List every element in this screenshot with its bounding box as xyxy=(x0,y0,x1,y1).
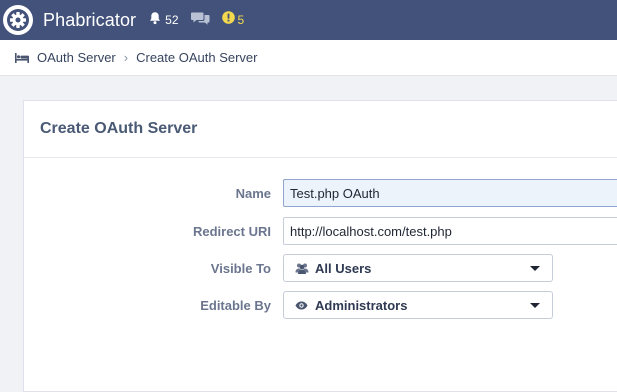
app-title[interactable]: Phabricator xyxy=(43,10,136,31)
bell-icon xyxy=(148,11,162,30)
warnings-button[interactable]: 5 xyxy=(221,11,245,29)
panel-title: Create OAuth Server xyxy=(40,120,198,137)
alert-icon xyxy=(221,11,235,29)
name-field[interactable]: Test.php OAuth xyxy=(283,179,617,207)
breadcrumb: OAuth Server › Create OAuth Server xyxy=(0,40,617,76)
chat-icon xyxy=(190,11,210,30)
form-row-redirect-uri: Redirect URI http://localhost.com/test.p… xyxy=(24,217,617,245)
panel-header: Create OAuth Server xyxy=(24,101,617,158)
cog-logo-icon[interactable] xyxy=(1,3,35,37)
eye-icon xyxy=(295,301,309,310)
redirect-uri-label: Redirect URI xyxy=(192,223,271,239)
name-label: Name xyxy=(235,185,271,201)
editable-by-label: Editable By xyxy=(200,297,271,313)
top-navigation-bar: Phabricator 52 5 xyxy=(0,0,617,40)
warnings-count: 5 xyxy=(237,13,245,27)
form-row-name: Name Test.php OAuth xyxy=(24,179,617,207)
breadcrumb-item-oauth-server[interactable]: OAuth Server xyxy=(37,50,116,65)
form-row-editable-by: Editable By Administrators xyxy=(24,291,617,319)
editable-by-select[interactable]: Administrators xyxy=(283,291,553,319)
notifications-button[interactable]: 52 xyxy=(148,11,179,30)
breadcrumb-item-current: Create OAuth Server xyxy=(136,50,258,65)
editable-by-value: Administrators xyxy=(315,297,408,313)
form-row-visible-to: Visible To All Users xyxy=(24,254,617,282)
create-oauth-server-panel: Create OAuth Server Name Test.php OAuth … xyxy=(23,100,617,392)
messages-button[interactable] xyxy=(190,11,210,30)
redirect-uri-field[interactable]: http://localhost.com/test.php xyxy=(283,217,617,245)
bed-icon xyxy=(15,52,29,63)
visible-to-select[interactable]: All Users xyxy=(283,254,553,282)
chevron-down-icon xyxy=(530,303,540,308)
users-icon xyxy=(295,263,309,274)
breadcrumb-separator-icon: › xyxy=(123,50,129,65)
chevron-down-icon xyxy=(530,266,540,271)
visible-to-label: Visible To xyxy=(210,260,271,276)
notifications-count: 52 xyxy=(165,13,179,27)
visible-to-value: All Users xyxy=(315,260,372,276)
